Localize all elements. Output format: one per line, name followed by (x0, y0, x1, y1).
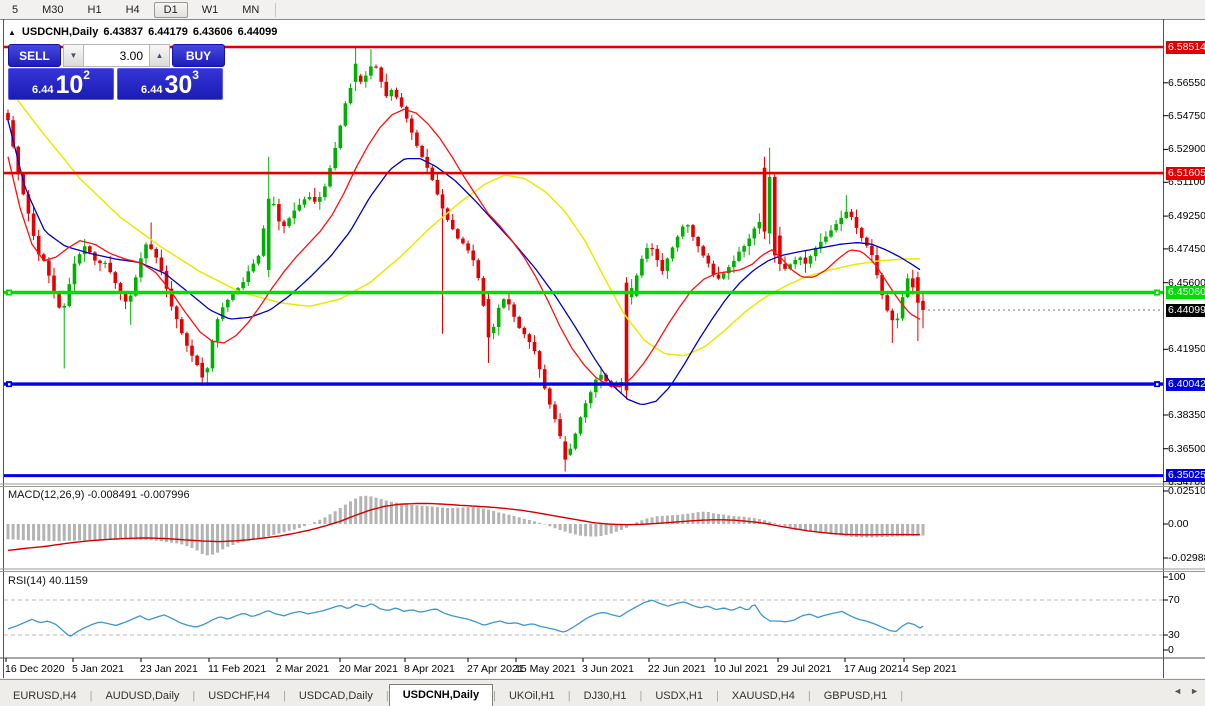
chart-tab-xauusd[interactable]: XAUUSD,H4 (719, 686, 808, 706)
timeframe-button-m30[interactable]: M30 (32, 2, 73, 18)
price-scale-axis[interactable]: 6.56550 6.54750 6.52900 6.51100 6.49250 6.474… (1166, 19, 1205, 706)
ohlc-high: 6.44179 (148, 26, 188, 38)
tab-separator: | (900, 690, 904, 702)
volume-increase-icon[interactable]: ▲ (149, 45, 169, 66)
rsi-indicator-label: RSI(14) 40.1159 (8, 575, 88, 587)
chart-tab-usdcad[interactable]: USDCAD,Daily (286, 686, 386, 706)
tab-scroll-right-icon[interactable]: ► (1190, 686, 1199, 696)
price-level-badge: 6.44099 (1166, 304, 1205, 317)
chart-tab-bar: EURUSD,H4 | AUDUSD,Daily | USDCHF,H4 | USDCAD,… (0, 679, 1205, 706)
price-level-badge: 6.40042 (1166, 378, 1205, 391)
chart-tab-usdchf[interactable]: USDCHF,H4 (195, 686, 283, 706)
chart-tab-audusd[interactable]: AUDUSD,Daily (92, 686, 192, 706)
toolbar-separator (275, 2, 277, 17)
buy-price-pips: 30 (164, 71, 193, 99)
tab-scroll-left-icon[interactable]: ◄ (1173, 686, 1182, 696)
buy-price-point: 3 (192, 68, 199, 82)
volume-input[interactable]: 3.00 (84, 45, 149, 66)
chart-tab-usdcnh[interactable]: USDCNH,Daily (388, 684, 494, 706)
rsi-tick-label: 100 (1168, 571, 1186, 583)
price-tick-label: 6.54750 (1168, 110, 1205, 122)
date-label: 20 Mar 2021 (339, 663, 398, 675)
price-tick-label: 6.41950 (1168, 343, 1205, 355)
one-click-trade-panel: SELL ▼ 3.00 ▲ BUY 6.44 10 2 6.44 30 3 (8, 44, 225, 100)
timeframe-button-h4[interactable]: H4 (116, 2, 150, 18)
rsi-tick-label: 0 (1168, 644, 1174, 656)
price-tick-label: 6.52900 (1168, 143, 1205, 155)
volume-decrease-icon[interactable]: ▼ (64, 45, 84, 66)
macd-tick-label: 0.00 (1168, 518, 1189, 530)
chart-tab-gbpusd[interactable]: GBPUSD,H1 (811, 686, 901, 706)
date-axis[interactable]: 16 Dec 2020 5 Jan 2021 23 Jan 2021 11 Feb 2… (0, 660, 1163, 678)
macd-value-signal: -0.007996 (140, 489, 190, 501)
sell-price-prefix: 6.44 (32, 84, 54, 96)
price-level-badge: 6.35025 (1166, 469, 1205, 482)
sell-button[interactable]: SELL (8, 44, 61, 67)
chart-tab-dj30[interactable]: DJ30,H1 (571, 686, 640, 706)
macd-indicator-label: MACD(12,26,9) -0.008491 -0.007996 (8, 489, 190, 501)
rsi-value: 40.1159 (48, 575, 88, 587)
chart-tab-eurusd[interactable]: EURUSD,H4 (0, 686, 90, 706)
tab-scroll-arrows: ◄ ► (1173, 686, 1199, 696)
price-tick-label: 6.49250 (1168, 210, 1205, 222)
ohlc-open: 6.43837 (103, 26, 144, 38)
price-tick-label: 6.56550 (1168, 77, 1205, 89)
macd-tick-label: 0.025108 (1168, 485, 1205, 497)
buy-price-display[interactable]: 6.44 30 3 (117, 68, 223, 100)
timeframe-button-d1[interactable]: D1 (153, 1, 188, 18)
timeframe-button-5[interactable]: 5 (2, 2, 28, 18)
date-label: 3 Jun 2021 (582, 663, 634, 675)
price-level-badge: 6.45060 (1166, 286, 1205, 299)
sell-price-point: 2 (83, 68, 90, 82)
rsi-tick-label: 30 (1168, 629, 1180, 641)
chart-canvas[interactable] (0, 19, 1205, 706)
rsi-tick-label: 70 (1168, 594, 1180, 606)
date-label: 16 Dec 2020 (5, 663, 65, 675)
price-tick-label: 6.47450 (1168, 243, 1205, 255)
timeframe-button-h1[interactable]: H1 (78, 2, 112, 18)
mt4-window: 5 M30 H1 H4 D1 W1 MN ▲ USDCNH,Daily 6.43837 6.… (0, 0, 1205, 706)
date-label: 22 Jun 2021 (648, 663, 706, 675)
buy-button[interactable]: BUY (172, 44, 225, 67)
buy-price-prefix: 6.44 (141, 84, 163, 96)
date-label: 4 Sep 2021 (903, 663, 957, 675)
date-label: 2 Mar 2021 (276, 663, 330, 675)
chart-tab-ukoil[interactable]: UKOil,H1 (496, 686, 568, 706)
date-label: 5 Jan 2021 (72, 663, 124, 675)
date-label: 15 May 2021 (515, 663, 576, 675)
date-label: 23 Jan 2021 (140, 663, 198, 675)
chart-symbol-label: USDCNH,Daily (21, 26, 99, 38)
timeframe-button-mn[interactable]: MN (232, 2, 269, 18)
price-tick-label: 6.38350 (1168, 409, 1205, 421)
date-label: 17 Aug 2021 (844, 663, 903, 675)
price-level-badge: 6.51605 (1166, 167, 1205, 180)
collapse-panel-icon[interactable]: ▲ (8, 28, 16, 37)
price-tick-label: 6.36500 (1168, 443, 1205, 455)
chart-window: ▲ USDCNH,Daily 6.43837 6.44179 6.43606 6… (0, 19, 1205, 678)
macd-value-main: -0.008491 (87, 489, 138, 501)
volume-spinner: ▼ 3.00 ▲ (63, 44, 170, 67)
sell-price-pips: 10 (55, 71, 84, 99)
ohlc-close: 6.44099 (237, 26, 278, 38)
date-label: 8 Apr 2021 (404, 663, 455, 675)
macd-tick-label: -0.02988 (1168, 552, 1205, 564)
chart-tab-usdx[interactable]: USDX,H1 (642, 686, 716, 706)
ohlc-low: 6.43606 (192, 26, 233, 38)
sell-price-display[interactable]: 6.44 10 2 (8, 68, 114, 100)
timeframe-button-w1[interactable]: W1 (192, 2, 229, 18)
chart-title-bar: ▲ USDCNH,Daily 6.43837 6.44179 6.43606 6… (8, 25, 282, 39)
timeframe-toolbar: 5 M30 H1 H4 D1 W1 MN (0, 0, 1205, 20)
price-level-badge: 6.58514 (1166, 41, 1205, 54)
date-label: 10 Jul 2021 (714, 663, 769, 675)
date-label: 11 Feb 2021 (208, 663, 267, 675)
date-label: 29 Jul 2021 (777, 663, 832, 675)
